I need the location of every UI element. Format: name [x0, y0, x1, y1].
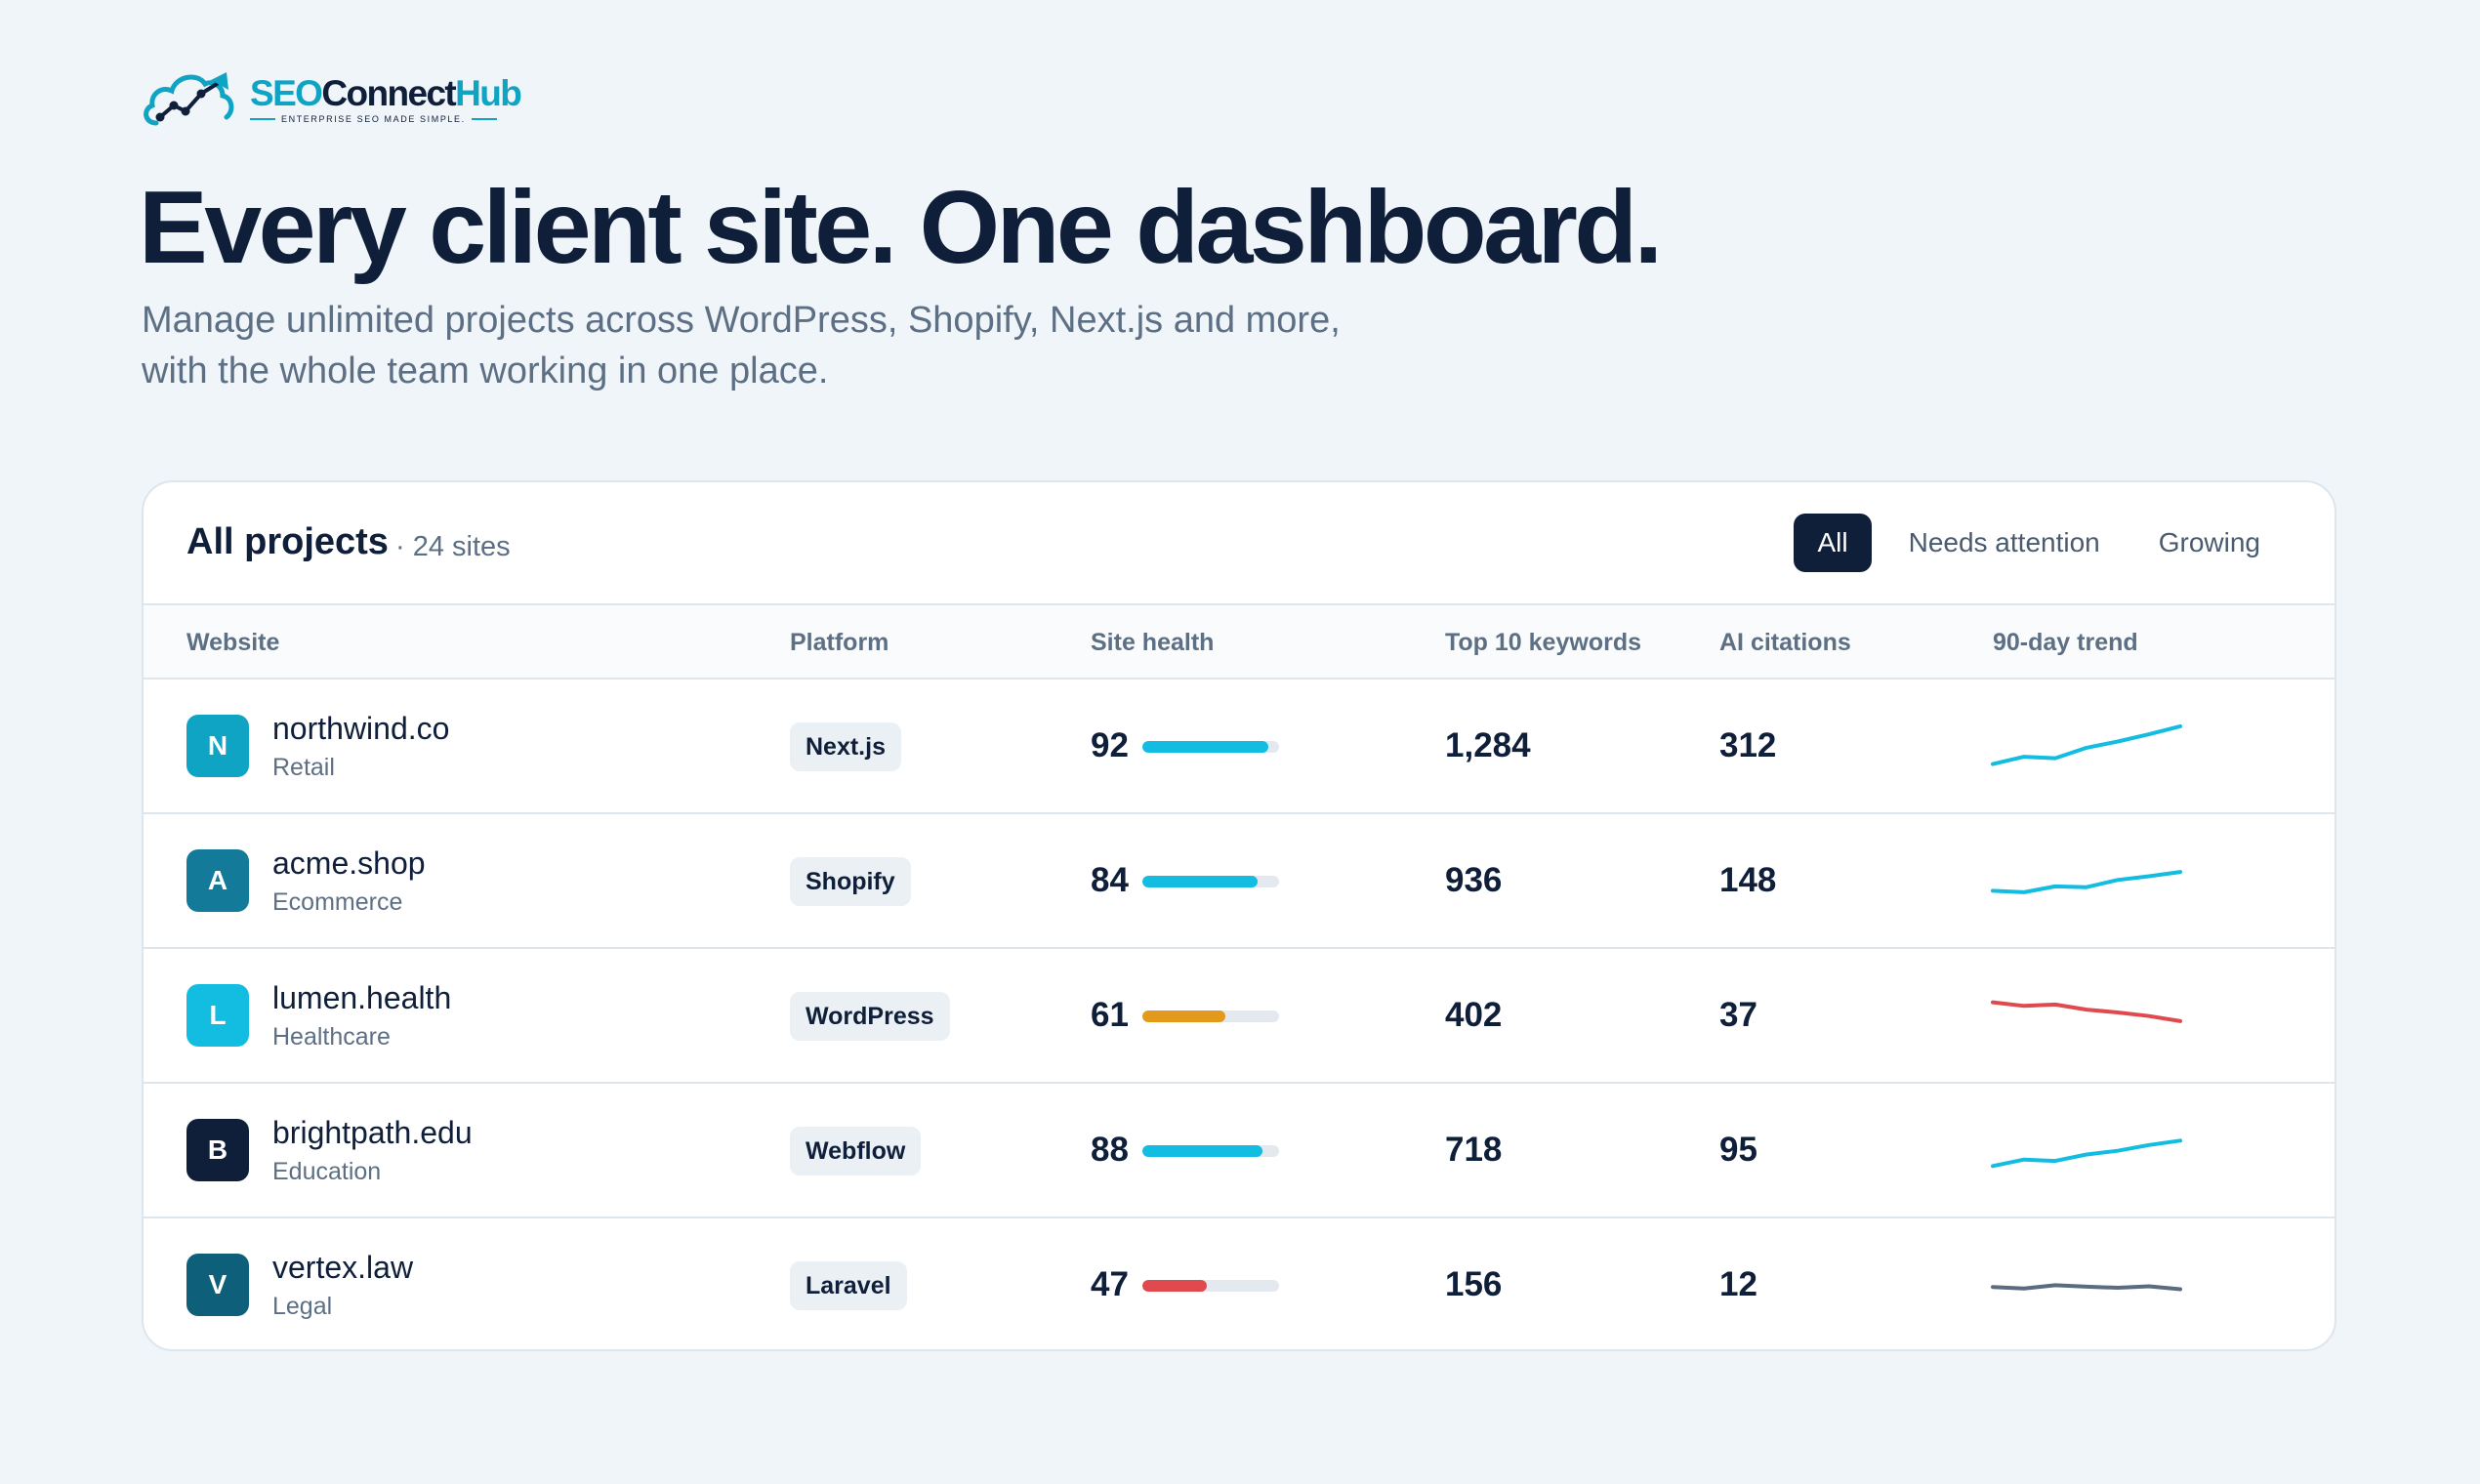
projects-count: · 24 sites	[395, 531, 511, 562]
trend-line	[1991, 1283, 2182, 1292]
platform-badge: Shopify	[790, 857, 911, 906]
site-category: Retail	[272, 754, 335, 781]
page-subtitle: Manage unlimited projects across WordPre…	[142, 300, 1341, 392]
column-top10-keywords[interactable]: Top 10 keywords	[1445, 629, 1641, 657]
health-bar	[1142, 876, 1279, 887]
health-bar-fill	[1142, 876, 1258, 887]
column-platform[interactable]: Platform	[790, 629, 889, 657]
brand-tagline: ENTERPRISE SEO MADE SIMPLE.	[250, 114, 520, 124]
site-category: Education	[272, 1158, 382, 1185]
site-name[interactable]: acme.shop	[272, 845, 426, 882]
trend-line	[1991, 1000, 2182, 1023]
table-row[interactable]: A acme.shop Ecommerce Shopify 84 936 148	[144, 814, 2335, 949]
site-avatar: N	[186, 715, 249, 777]
table-row[interactable]: L lumen.health Healthcare WordPress 61 4…	[144, 949, 2335, 1084]
projects-card: All projects · 24 sites All Needs attent…	[142, 480, 2336, 1351]
cloud-chart-icon	[144, 72, 234, 126]
ai-citations-count: 148	[1719, 861, 1777, 899]
ai-citations-count: 95	[1719, 1131, 1757, 1169]
table-row[interactable]: N northwind.co Retail Next.js 92 1,284 3…	[144, 680, 2335, 814]
brand-name: SEOConnectHub	[250, 73, 522, 113]
health-score: 61	[1091, 996, 1129, 1034]
site-category: Healthcare	[272, 1023, 391, 1051]
trend-sparkline	[1991, 1000, 2182, 1023]
site-category: Legal	[272, 1293, 333, 1320]
trend-sparkline	[1991, 1283, 2182, 1292]
platform-badge: Laravel	[790, 1261, 907, 1310]
trend-sparkline	[1991, 1138, 2182, 1169]
table-row[interactable]: B brightpath.edu Education Webflow 88 71…	[144, 1084, 2335, 1218]
filter-tabs: All Needs attention Growing	[1794, 514, 2290, 572]
ai-citations-count: 37	[1719, 996, 1757, 1034]
page-title: Every client site. One dashboard.	[139, 170, 1663, 285]
platform-badge: Next.js	[790, 722, 901, 771]
keywords-count: 936	[1445, 861, 1503, 899]
keywords-count: 718	[1445, 1131, 1503, 1169]
health-bar	[1142, 1010, 1279, 1022]
trend-line	[1991, 870, 2182, 894]
brand-logo[interactable]: SEOConnectHub ENTERPRISE SEO MADE SIMPLE…	[141, 66, 522, 131]
health-bar-fill	[1142, 1145, 1263, 1157]
projects-card-header: All projects · 24 sites All Needs attent…	[144, 482, 2335, 605]
site-name[interactable]: brightpath.edu	[272, 1115, 473, 1151]
column-90-day-trend: 90-day trend	[1993, 629, 2138, 656]
trend-line	[1991, 723, 2182, 766]
trend-line	[1991, 1138, 2182, 1169]
site-avatar: A	[186, 849, 249, 912]
ai-citations-count: 12	[1719, 1265, 1757, 1303]
table-header: Website Platform Site health Top 10 keyw…	[144, 605, 2335, 680]
ai-citations-count: 312	[1719, 726, 1777, 764]
site-name[interactable]: northwind.co	[272, 711, 449, 747]
projects-title: All projects	[186, 521, 389, 562]
health-bar	[1142, 1280, 1279, 1292]
platform-badge: WordPress	[790, 992, 950, 1041]
table-row[interactable]: V vertex.law Legal Laravel 47 156 12	[144, 1218, 2335, 1349]
platform-badge: Webflow	[790, 1127, 922, 1175]
health-score: 92	[1091, 726, 1129, 764]
health-bar-fill	[1142, 1280, 1207, 1292]
filter-needs-attention[interactable]: Needs attention	[1880, 514, 2129, 572]
site-name[interactable]: lumen.health	[272, 980, 451, 1016]
column-site-health[interactable]: Site health	[1091, 629, 1214, 657]
site-category: Ecommerce	[272, 888, 403, 916]
health-score: 84	[1091, 861, 1129, 899]
site-avatar: L	[186, 984, 249, 1047]
health-bar-fill	[1142, 1010, 1226, 1022]
trend-sparkline	[1991, 723, 2182, 766]
health-score: 88	[1091, 1131, 1129, 1169]
site-avatar: B	[186, 1119, 249, 1181]
keywords-count: 156	[1445, 1265, 1503, 1303]
project-rows: N northwind.co Retail Next.js 92 1,284 3…	[144, 680, 2335, 1349]
keywords-count: 402	[1445, 996, 1503, 1034]
site-avatar: V	[186, 1254, 249, 1316]
filter-growing[interactable]: Growing	[2129, 514, 2290, 572]
keywords-count: 1,284	[1445, 726, 1531, 764]
health-bar-fill	[1142, 741, 1268, 753]
health-score: 47	[1091, 1265, 1129, 1303]
site-name[interactable]: vertex.law	[272, 1250, 413, 1286]
trend-sparkline	[1991, 870, 2182, 894]
column-ai-citations[interactable]: AI citations	[1719, 629, 1851, 657]
health-bar	[1142, 741, 1279, 753]
filter-all[interactable]: All	[1794, 514, 1872, 572]
column-website[interactable]: Website	[186, 629, 279, 657]
health-bar	[1142, 1145, 1279, 1157]
